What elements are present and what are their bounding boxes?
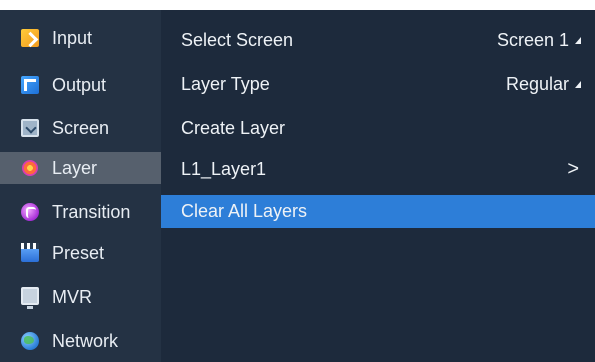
preset-icon xyxy=(21,243,39,262)
sidebar-item-preset[interactable]: Preset xyxy=(0,237,161,269)
create-layer-button[interactable]: Create Layer xyxy=(161,112,595,145)
sidebar-item-screen[interactable]: Screen xyxy=(0,112,161,144)
layer-icon xyxy=(21,159,39,177)
clear-all-layers-label: Clear All Layers xyxy=(181,201,308,221)
sidebar-item-mvr[interactable]: MVR xyxy=(0,281,161,313)
sidebar-item-label: MVR xyxy=(52,286,92,307)
select-screen-label: Select Screen xyxy=(181,30,294,50)
sidebar-item-network[interactable]: Network xyxy=(0,325,161,357)
transition-icon xyxy=(21,203,39,221)
dropdown-triangle-icon xyxy=(575,81,581,88)
network-icon xyxy=(21,332,39,350)
layer-type-row[interactable]: Layer Type Regular xyxy=(161,68,595,101)
sidebar-item-label: Transition xyxy=(52,201,131,222)
sidebar: Input Output Screen Layer Transition Pre… xyxy=(0,10,161,362)
layer-menu-window: Input Output Screen Layer Transition Pre… xyxy=(0,10,595,362)
sidebar-item-input[interactable]: Input xyxy=(0,22,161,54)
dropdown-triangle-icon xyxy=(575,37,581,44)
layer-type-label: Layer Type xyxy=(181,74,270,94)
layer-settings-panel: Select Screen Screen 1 Layer Type Regula… xyxy=(161,10,595,362)
select-screen-row[interactable]: Select Screen Screen 1 xyxy=(161,24,595,57)
layer-type-value: Regular xyxy=(505,74,569,94)
sidebar-item-label: Layer xyxy=(52,157,98,178)
sidebar-item-label: Input xyxy=(52,27,93,48)
sidebar-item-label: Output xyxy=(52,74,107,95)
chevron-right-icon: > xyxy=(567,158,579,180)
output-icon xyxy=(21,76,39,94)
sidebar-item-layer[interactable]: Layer xyxy=(0,152,161,184)
create-layer-label: Create Layer xyxy=(181,118,286,138)
layer-type-dropdown[interactable]: Regular xyxy=(506,74,581,95)
select-screen-value: Screen 1 xyxy=(496,30,569,50)
sidebar-item-label: Screen xyxy=(52,117,110,138)
sidebar-item-label: Network xyxy=(52,330,119,351)
clear-all-layers-button[interactable]: Clear All Layers xyxy=(161,195,595,228)
sidebar-item-output[interactable]: Output xyxy=(0,69,161,101)
layer-item-l1[interactable]: L1_Layer1 > xyxy=(161,153,595,186)
mvr-icon xyxy=(21,287,39,309)
screen-icon xyxy=(21,119,39,137)
select-screen-dropdown[interactable]: Screen 1 xyxy=(497,30,581,51)
layer-item-label: L1_Layer1 xyxy=(181,159,267,179)
input-icon xyxy=(21,29,39,47)
sidebar-item-label: Preset xyxy=(52,242,105,263)
sidebar-item-transition[interactable]: Transition xyxy=(0,196,161,228)
